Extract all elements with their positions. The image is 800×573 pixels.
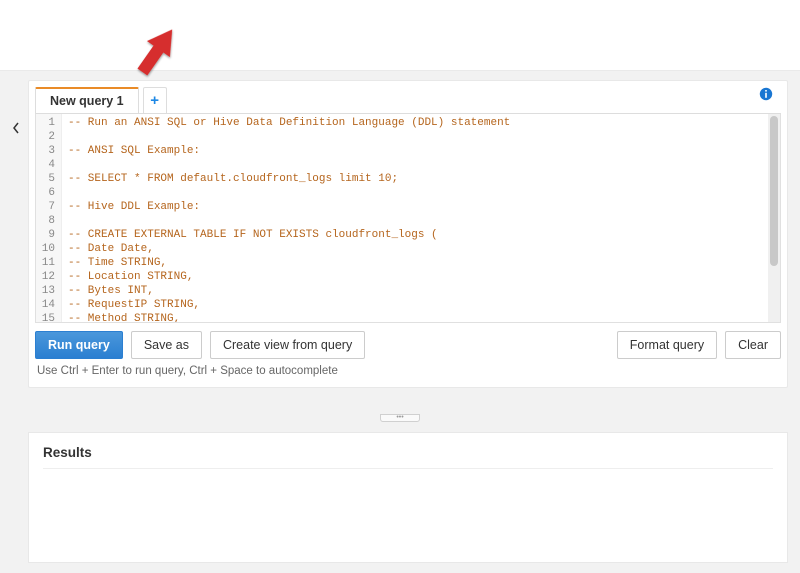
- code-line: -- ANSI SQL Example:: [68, 144, 774, 158]
- line-number: 1: [40, 116, 55, 130]
- action-bar: Run query Save as Create view from query…: [29, 323, 787, 365]
- run-query-button[interactable]: Run query: [35, 331, 123, 359]
- keyboard-hint: Use Ctrl + Enter to run query, Ctrl + Sp…: [29, 365, 787, 387]
- code-line: -- Date Date,: [68, 242, 774, 256]
- line-number: 8: [40, 214, 55, 228]
- line-number: 5: [40, 172, 55, 186]
- code-line: -- Time STRING,: [68, 256, 774, 270]
- info-icon[interactable]: [759, 87, 773, 104]
- line-number: 11: [40, 256, 55, 270]
- scrollbar-thumb[interactable]: [770, 116, 778, 266]
- line-gutter: 123456789101112131415161718192021: [36, 114, 62, 322]
- code-line: [68, 158, 774, 172]
- code-line: -- Method STRING,: [68, 312, 774, 322]
- line-number: 9: [40, 228, 55, 242]
- tab-label: New query 1: [50, 94, 124, 108]
- panel-resize-handle[interactable]: •••: [380, 414, 420, 422]
- line-number: 13: [40, 284, 55, 298]
- code-line: -- Hive DDL Example:: [68, 200, 774, 214]
- code-area[interactable]: -- Run an ANSI SQL or Hive Data Definiti…: [62, 114, 780, 322]
- collapse-sidebar-chevron[interactable]: [8, 118, 24, 138]
- query-tabs: New query 1 +: [29, 81, 787, 113]
- code-line: -- RequestIP STRING,: [68, 298, 774, 312]
- top-bar: [0, 0, 800, 70]
- line-number: 15: [40, 312, 55, 323]
- line-number: 14: [40, 298, 55, 312]
- line-number: 4: [40, 158, 55, 172]
- results-title: Results: [43, 445, 773, 469]
- clear-button[interactable]: Clear: [725, 331, 781, 359]
- format-query-button[interactable]: Format query: [617, 331, 717, 359]
- code-line: [68, 130, 774, 144]
- line-number: 2: [40, 130, 55, 144]
- code-line: [68, 214, 774, 228]
- line-number: 7: [40, 200, 55, 214]
- save-as-button[interactable]: Save as: [131, 331, 202, 359]
- code-line: [68, 186, 774, 200]
- code-line: -- Location STRING,: [68, 270, 774, 284]
- code-line: -- CREATE EXTERNAL TABLE IF NOT EXISTS c…: [68, 228, 774, 242]
- line-number: 10: [40, 242, 55, 256]
- create-view-button[interactable]: Create view from query: [210, 331, 365, 359]
- results-panel: Results: [28, 432, 788, 563]
- plus-icon: +: [150, 92, 159, 109]
- line-number: 12: [40, 270, 55, 284]
- tab-new-query-1[interactable]: New query 1: [35, 87, 139, 113]
- editor-scrollbar[interactable]: [768, 114, 780, 322]
- code-line: -- Run an ANSI SQL or Hive Data Definiti…: [68, 116, 774, 130]
- query-panel: New query 1 + 12345678910111213141516171…: [28, 80, 788, 388]
- new-tab-button[interactable]: +: [143, 87, 167, 113]
- code-line: -- SELECT * FROM default.cloudfront_logs…: [68, 172, 774, 186]
- line-number: 6: [40, 186, 55, 200]
- sql-editor[interactable]: 123456789101112131415161718192021 -- Run…: [35, 113, 781, 323]
- code-line: -- Bytes INT,: [68, 284, 774, 298]
- line-number: 3: [40, 144, 55, 158]
